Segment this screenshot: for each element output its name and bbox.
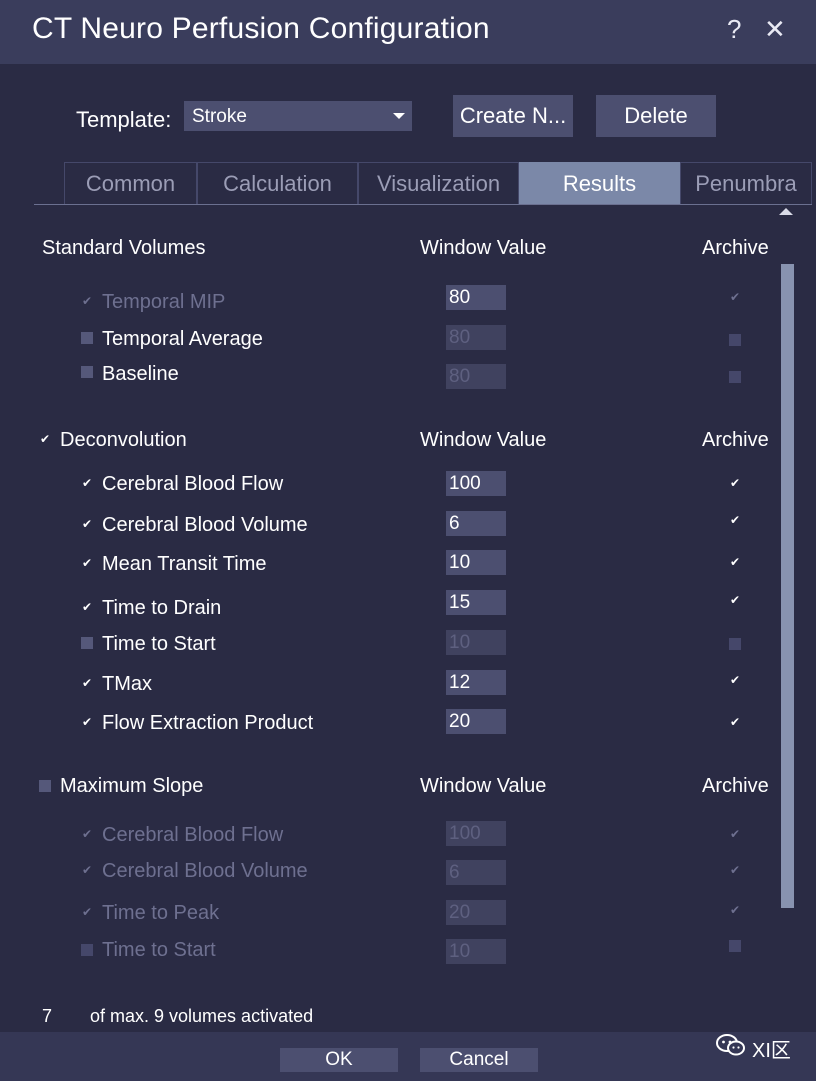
window-value-temporal-average[interactable]: 80 bbox=[446, 325, 506, 350]
window-value-temporal-mip[interactable]: 80 bbox=[446, 285, 506, 310]
checkbox-deconvolution[interactable]: ✔ bbox=[39, 433, 51, 445]
activated-count: 7 bbox=[42, 1006, 53, 1026]
archive-checkbox-temporal-average[interactable] bbox=[729, 334, 741, 346]
label-maxslope-time-to-peak: Time to Peak bbox=[102, 902, 220, 924]
archive-checkbox-time-to-start[interactable] bbox=[729, 638, 741, 650]
window-value-cerebral-blood-volume[interactable]: 6 bbox=[446, 511, 506, 536]
section-title-standard-volumes: Standard Volumes bbox=[42, 237, 206, 259]
window-value-header: Window Value bbox=[420, 775, 547, 797]
chevron-down-icon bbox=[393, 113, 405, 119]
window-value-time-to-start[interactable]: 10 bbox=[446, 630, 506, 655]
section-title-deconvolution: Deconvolution bbox=[60, 429, 187, 451]
checkbox-maxslope-time-to-start[interactable] bbox=[81, 944, 93, 956]
archive-checkbox-cerebral-blood-flow[interactable]: ✔ bbox=[729, 477, 741, 489]
window-value-maxslope-cerebral-blood-volume[interactable]: 6 bbox=[446, 860, 506, 885]
checkbox-tmax[interactable]: ✔ bbox=[81, 677, 93, 689]
archive-checkbox-temporal-mip[interactable]: ✔ bbox=[729, 291, 741, 303]
archive-checkbox-maxslope-time-to-peak[interactable]: ✔ bbox=[729, 904, 741, 916]
scrollbar-thumb[interactable] bbox=[781, 264, 794, 908]
label-time-to-start: Time to Start bbox=[102, 633, 216, 655]
archive-checkbox-time-to-drain[interactable]: ✔ bbox=[729, 594, 741, 606]
checkbox-mean-transit-time[interactable]: ✔ bbox=[81, 557, 93, 569]
checkbox-maxslope-cerebral-blood-flow[interactable]: ✔ bbox=[81, 828, 93, 840]
checkbox-time-to-drain[interactable]: ✔ bbox=[81, 601, 93, 613]
title-bar: CT Neuro Perfusion Configuration ? ✕ bbox=[0, 0, 816, 64]
tab-penumbra[interactable]: Penumbra bbox=[680, 162, 812, 204]
checkbox-baseline[interactable] bbox=[81, 366, 93, 378]
window-value-header: Window Value bbox=[420, 237, 547, 259]
window-value-mean-transit-time[interactable]: 10 bbox=[446, 550, 506, 575]
checkbox-flow-extraction-product[interactable]: ✔ bbox=[81, 716, 93, 728]
footer-bar bbox=[0, 1032, 816, 1081]
label-flow-extraction-product: Flow Extraction Product bbox=[102, 712, 314, 734]
checkbox-temporal-average[interactable] bbox=[81, 332, 93, 344]
label-maxslope-time-to-start: Time to Start bbox=[102, 939, 216, 961]
wechat-icon bbox=[716, 1034, 745, 1056]
window-value-cerebral-blood-flow[interactable]: 100 bbox=[446, 471, 506, 496]
tab-calculation[interactable]: Calculation bbox=[197, 162, 358, 204]
tab-results[interactable]: Results bbox=[519, 162, 680, 204]
create-new-button[interactable]: Create N... bbox=[453, 95, 573, 137]
checkbox-cerebral-blood-flow[interactable]: ✔ bbox=[81, 477, 93, 489]
label-temporal-average: Temporal Average bbox=[102, 328, 263, 350]
label-temporal-mip: Temporal MIP bbox=[102, 291, 226, 313]
label-cerebral-blood-flow: Cerebral Blood Flow bbox=[102, 473, 284, 495]
tab-divider bbox=[34, 204, 812, 205]
template-select-value: Stroke bbox=[192, 106, 247, 127]
window-value-header: Window Value bbox=[420, 429, 547, 451]
checkbox-maxslope-time-to-peak[interactable]: ✔ bbox=[81, 906, 93, 918]
window-value-baseline[interactable]: 80 bbox=[446, 364, 506, 389]
checkbox-time-to-start[interactable] bbox=[81, 637, 93, 649]
cancel-button[interactable]: Cancel bbox=[420, 1048, 538, 1072]
archive-checkbox-mean-transit-time[interactable]: ✔ bbox=[729, 556, 741, 568]
label-cerebral-blood-volume: Cerebral Blood Volume bbox=[102, 514, 308, 536]
label-maxslope-cerebral-blood-flow: Cerebral Blood Flow bbox=[102, 824, 284, 846]
archive-header: Archive bbox=[702, 775, 769, 797]
window-value-maxslope-time-to-start[interactable]: 10 bbox=[446, 939, 506, 964]
archive-checkbox-tmax[interactable]: ✔ bbox=[729, 674, 741, 686]
window-value-time-to-drain[interactable]: 15 bbox=[446, 590, 506, 615]
close-icon[interactable]: ✕ bbox=[764, 14, 786, 45]
label-maxslope-cerebral-blood-volume: Cerebral Blood Volume bbox=[102, 860, 308, 882]
archive-checkbox-baseline[interactable] bbox=[729, 371, 741, 383]
brand-label: XI区 bbox=[752, 1040, 791, 1062]
label-time-to-drain: Time to Drain bbox=[102, 597, 222, 619]
archive-checkbox-flow-extraction-product[interactable]: ✔ bbox=[729, 716, 741, 728]
window-value-tmax[interactable]: 12 bbox=[446, 670, 506, 695]
archive-header: Archive bbox=[702, 237, 769, 259]
label-tmax: TMax bbox=[102, 673, 152, 695]
ok-button[interactable]: OK bbox=[280, 1048, 398, 1072]
template-label: Template: bbox=[76, 107, 172, 132]
checkbox-maximum-slope[interactable] bbox=[39, 780, 51, 792]
activated-status-text: of max. 9 volumes activated bbox=[90, 1006, 314, 1026]
window-value-maxslope-time-to-peak[interactable]: 20 bbox=[446, 900, 506, 925]
tab-common[interactable]: Common bbox=[64, 162, 197, 204]
window-value-maxslope-cerebral-blood-flow[interactable]: 100 bbox=[446, 821, 506, 846]
archive-checkbox-maxslope-cerebral-blood-flow[interactable]: ✔ bbox=[729, 828, 741, 840]
archive-checkbox-maxslope-time-to-start[interactable] bbox=[729, 940, 741, 952]
archive-header: Archive bbox=[702, 429, 769, 451]
window-value-flow-extraction-product[interactable]: 20 bbox=[446, 709, 506, 734]
template-select[interactable]: Stroke bbox=[184, 101, 412, 131]
checkbox-cerebral-blood-volume[interactable]: ✔ bbox=[81, 518, 93, 530]
tab-visualization[interactable]: Visualization bbox=[358, 162, 519, 204]
help-icon[interactable]: ? bbox=[727, 14, 741, 45]
checkbox-maxslope-cerebral-blood-volume[interactable]: ✔ bbox=[81, 864, 93, 876]
delete-button[interactable]: Delete bbox=[596, 95, 716, 137]
section-title-maximum-slope: Maximum Slope bbox=[60, 775, 204, 797]
archive-checkbox-cerebral-blood-volume[interactable]: ✔ bbox=[729, 514, 741, 526]
archive-checkbox-maxslope-cerebral-blood-volume[interactable]: ✔ bbox=[729, 864, 741, 876]
checkbox-temporal-mip[interactable]: ✔ bbox=[81, 295, 93, 307]
label-baseline: Baseline bbox=[102, 363, 179, 385]
scroll-up-icon[interactable] bbox=[779, 208, 793, 215]
window-title: CT Neuro Perfusion Configuration bbox=[32, 12, 490, 45]
label-mean-transit-time: Mean Transit Time bbox=[102, 553, 267, 575]
